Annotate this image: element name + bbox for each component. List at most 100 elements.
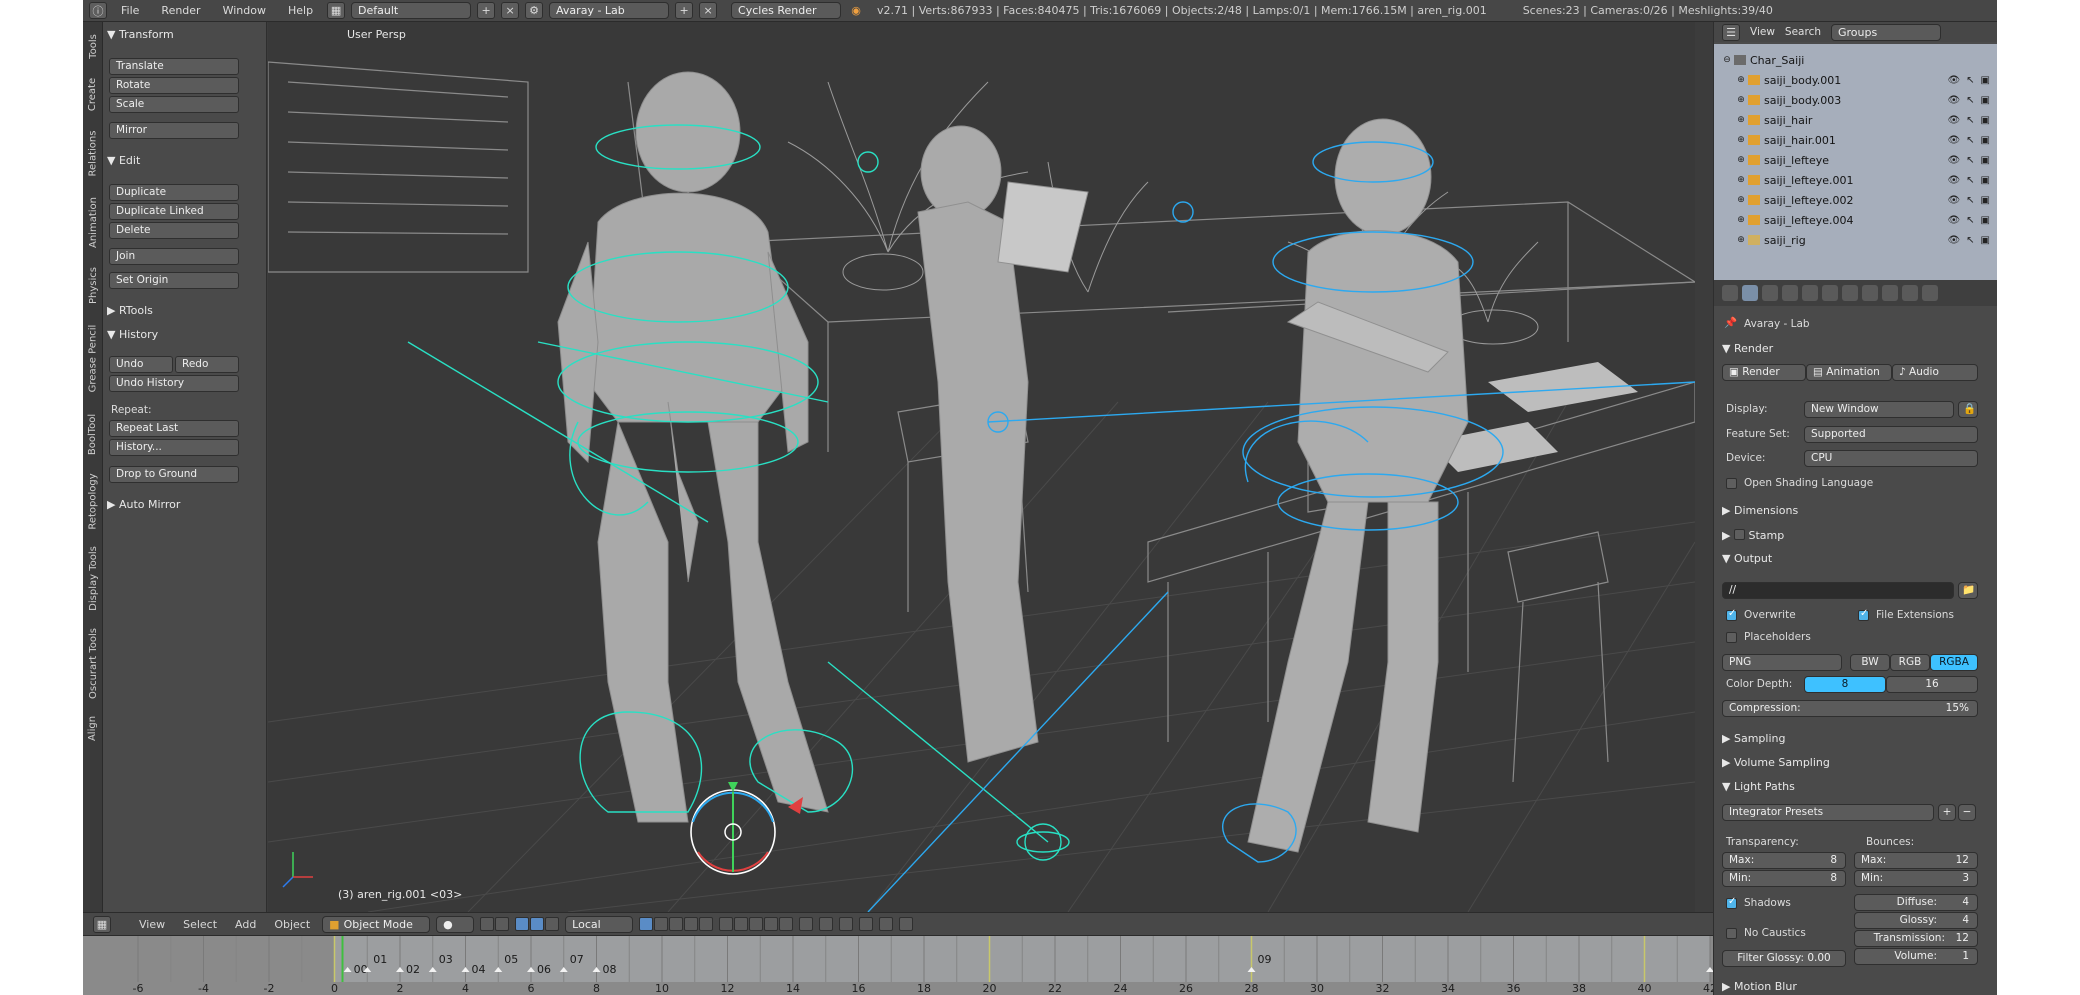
tab-physics[interactable]: Physics <box>83 258 103 312</box>
render-image-button[interactable]: ▣ Render <box>1722 364 1806 381</box>
outliner-row[interactable]: ⊕ saiji_body.003 👁 ↖ ▣ <box>1714 90 1997 110</box>
volume-sampling-panel-header[interactable]: ▶ Volume Sampling <box>1722 756 1830 769</box>
duplicate-button[interactable]: Duplicate <box>109 184 239 201</box>
layer-13-icon[interactable] <box>749 917 764 931</box>
render-tab-icon[interactable] <box>1742 285 1758 301</box>
filter-glossy-field[interactable]: Filter Glossy: 0.00 <box>1722 950 1846 967</box>
transparency-max-field[interactable]: Max: 8 <box>1722 852 1846 869</box>
tab-booltool[interactable]: BoolTool <box>83 404 103 464</box>
tab-relations[interactable]: Relations <box>83 120 103 186</box>
color-rgba-button[interactable]: RGBA <box>1930 654 1978 671</box>
pivot-point-icon[interactable] <box>480 917 495 931</box>
tab-oscurart-tools[interactable]: Oscurart Tools <box>83 620 103 706</box>
panel-rtools-header[interactable]: ▶ RTools <box>107 304 153 317</box>
stamp-checkbox[interactable] <box>1733 529 1745 540</box>
manipulator-toggle-icon[interactable] <box>495 917 510 931</box>
sampling-panel-header[interactable]: ▶ Sampling <box>1722 732 1785 745</box>
proportional-edit-icon[interactable] <box>819 917 834 931</box>
motion-blur-panel-header[interactable]: ▶ Motion Blur <box>1722 980 1797 993</box>
modifiers-tab-icon[interactable] <box>1862 285 1878 301</box>
layer-1-icon[interactable] <box>639 917 654 931</box>
folder-icon[interactable]: 📁 <box>1958 582 1978 599</box>
transform-orientation-selector[interactable]: Local <box>565 915 634 933</box>
lock-layers-icon[interactable] <box>799 917 814 931</box>
render-audio-button[interactable]: ♪ Audio <box>1892 364 1978 381</box>
layer-14-icon[interactable] <box>764 917 779 931</box>
compression-slider[interactable]: Compression: 15% <box>1722 700 1978 717</box>
repeat-last-button[interactable]: Repeat Last <box>109 420 239 437</box>
layer-12-icon[interactable] <box>734 917 749 931</box>
tab-animation[interactable]: Animation <box>83 188 103 256</box>
tab-display-tools[interactable]: Display Tools <box>83 538 103 618</box>
menu-add[interactable]: Add <box>229 918 262 931</box>
translate-manipulator-icon[interactable] <box>515 917 530 931</box>
bounces-min-field[interactable]: Min: 3 <box>1854 870 1978 887</box>
scale-manipulator-icon[interactable] <box>545 917 560 931</box>
tab-grease-pencil[interactable]: Grease Pencil <box>83 314 103 402</box>
add-layout-icon[interactable]: + <box>477 2 496 19</box>
opengl-animation-icon[interactable] <box>899 917 914 931</box>
remove-preset-icon[interactable]: − <box>1958 804 1976 821</box>
editor-type-3d-icon[interactable]: ▦ <box>93 915 111 933</box>
undo-history-button[interactable]: Undo History <box>109 375 239 392</box>
mirror-button[interactable]: Mirror <box>109 122 239 139</box>
outliner-row[interactable]: ⊕ saiji_hair 👁 ↖ ▣ <box>1714 110 1997 130</box>
viewport-shading-icon[interactable]: ● <box>436 915 475 933</box>
add-preset-icon[interactable]: + <box>1938 804 1956 821</box>
color-bw-button[interactable]: BW <box>1850 654 1890 671</box>
drop-to-ground-button[interactable]: Drop to Ground <box>109 466 239 483</box>
menu-select[interactable]: Select <box>177 918 223 931</box>
outliner-row[interactable]: ⊖ Char_Saiji <box>1714 50 1997 70</box>
panel-auto-mirror-header[interactable]: ▶ Auto Mirror <box>107 498 180 511</box>
scale-button[interactable]: Scale <box>109 96 239 113</box>
undo-button[interactable]: Undo <box>109 356 173 373</box>
color-rgb-button[interactable]: RGB <box>1890 654 1930 671</box>
menu-object[interactable]: Object <box>268 918 316 931</box>
panel-transform-header[interactable]: ▼ Transform <box>107 28 174 41</box>
render-animation-button[interactable]: ▤ Animation <box>1806 364 1892 381</box>
info-editor-icon[interactable]: ⓘ <box>89 2 107 19</box>
duplicate-linked-button[interactable]: Duplicate Linked <box>109 203 239 220</box>
render-panel-header[interactable]: ▼ Render <box>1722 342 1773 355</box>
editor-type-icon[interactable] <box>1722 285 1738 301</box>
scene-tab-icon[interactable] <box>1782 285 1798 301</box>
layer-3-icon[interactable] <box>669 917 684 931</box>
bounces-max-field[interactable]: Max: 12 <box>1854 852 1978 869</box>
remove-layout-icon[interactable]: × <box>501 2 520 19</box>
glossy-bounces-field[interactable]: Glossy: 4 <box>1854 912 1978 929</box>
outliner-row[interactable]: ⊕ saiji_hair.001 👁 ↖ ▣ <box>1714 130 1997 150</box>
translate-button[interactable]: Translate <box>109 58 239 75</box>
no-caustics-checkbox[interactable] <box>1726 928 1737 939</box>
screen-layout-selector[interactable]: Default <box>351 2 472 19</box>
material-tab-icon[interactable] <box>1902 285 1918 301</box>
file-format-selector[interactable]: PNG <box>1722 654 1842 671</box>
transmission-bounces-field[interactable]: Transmission: 12 <box>1854 930 1978 947</box>
world-tab-icon[interactable] <box>1802 285 1818 301</box>
output-panel-header[interactable]: ▼ Output <box>1722 552 1772 565</box>
menu-window[interactable]: Window <box>215 4 274 17</box>
timeline[interactable]: -6 -4 -2 0 2 4 6 8 10 12 14 16 18 20 22 24 26 28 30 32 34 36 3… <box>83 936 1713 995</box>
dimensions-panel-header[interactable]: ▶ Dimensions <box>1722 504 1798 517</box>
pin-icon[interactable]: 📌 <box>1724 316 1737 329</box>
light-paths-panel-header[interactable]: ▼ Light Paths <box>1722 780 1795 793</box>
tab-tools[interactable]: Tools <box>83 26 103 66</box>
render-engine-selector[interactable]: Cycles Render <box>731 2 842 19</box>
snap-element-icon[interactable] <box>859 917 874 931</box>
device-selector[interactable]: CPU <box>1804 450 1978 467</box>
lock-icon[interactable]: 🔒 <box>1958 401 1978 418</box>
rotate-button[interactable]: Rotate <box>109 77 239 94</box>
outliner-row[interactable]: ⊕ saiji_lefteye 👁 ↖ ▣ <box>1714 150 1997 170</box>
opengl-render-icon[interactable] <box>879 917 894 931</box>
remove-scene-icon[interactable]: × <box>699 2 718 19</box>
redo-button[interactable]: Redo <box>175 356 239 373</box>
outliner-row[interactable]: ⊕ saiji_rig 👁 ↖ ▣ <box>1714 230 1997 250</box>
outliner-editor-icon[interactable]: ☰ <box>1722 23 1740 41</box>
file-extensions-checkbox[interactable] <box>1858 608 1869 621</box>
screen-layout-icon[interactable]: ▦ <box>327 2 346 19</box>
constraints-tab-icon[interactable] <box>1842 285 1858 301</box>
outliner-row[interactable]: ⊕ saiji_lefteye.002 👁 ↖ ▣ <box>1714 190 1997 210</box>
join-button[interactable]: Join <box>109 248 239 265</box>
feature-set-selector[interactable]: Supported <box>1804 426 1978 443</box>
data-tab-icon[interactable] <box>1882 285 1898 301</box>
panel-history-header[interactable]: ▼ History <box>107 328 158 341</box>
